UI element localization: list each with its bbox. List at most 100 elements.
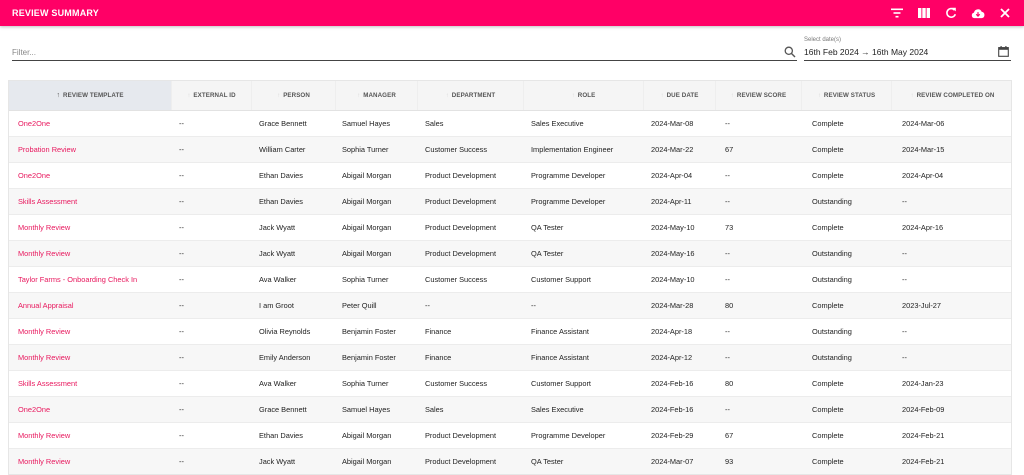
column-header-review-score[interactable]: ↑ REVIEW SCORE bbox=[715, 81, 801, 110]
table-row[interactable]: Monthly Review -- Jack Wyatt Abigail Morgan… bbox=[9, 241, 1011, 267]
cell-review-status: Complete bbox=[812, 379, 844, 388]
cell-role: Sales Executive bbox=[531, 119, 584, 128]
table-row[interactable]: Annual Appraisal -- I am Groot Peter Quill -… bbox=[9, 293, 1011, 319]
table-row[interactable]: Monthly Review -- Emily Anderson Benjamin F… bbox=[9, 345, 1011, 371]
cell-due-date: 2024-Mar-07 bbox=[651, 457, 694, 466]
filter-icon[interactable] bbox=[890, 6, 904, 20]
cell-review-status: Complete bbox=[812, 119, 844, 128]
table-row[interactable]: Taylor Farms - Onboarding Check In -- Ava … bbox=[9, 267, 1011, 293]
cell-manager: Abigail Morgan bbox=[342, 171, 392, 180]
cell-external-id: -- bbox=[179, 405, 184, 414]
review-template-link[interactable]: Skills Assessment bbox=[18, 189, 176, 215]
cell-review-score: 80 bbox=[725, 379, 734, 388]
sort-ascending-icon: ↑ bbox=[56, 92, 61, 99]
column-header-department[interactable]: ↑ DEPARTMENT bbox=[417, 81, 523, 110]
cell-review-score: -- bbox=[725, 119, 730, 128]
cell-manager: Abigail Morgan bbox=[342, 431, 392, 440]
review-template-link[interactable]: Monthly Review bbox=[18, 319, 176, 345]
cell-role: Sales Executive bbox=[531, 405, 584, 414]
review-template-link[interactable]: Probation Review bbox=[18, 137, 176, 163]
cell-role: Programme Developer bbox=[531, 171, 606, 180]
cell-role: QA Tester bbox=[531, 457, 564, 466]
column-header-person[interactable]: ↑ PERSON bbox=[251, 81, 335, 110]
column-header-review-completed-on[interactable]: ↑ REVIEW COMPLETED ON bbox=[891, 81, 1011, 110]
date-range-value[interactable]: 16th Feb 2024 → 16th May 2024 bbox=[804, 47, 928, 57]
cell-department: Finance bbox=[425, 327, 452, 336]
column-header-review-template[interactable]: ↑ REVIEW TEMPLATE bbox=[9, 81, 171, 110]
table-row[interactable]: One2One -- Ethan Davies Abigail Morgan Produ… bbox=[9, 163, 1011, 189]
review-template-link[interactable]: One2One bbox=[18, 111, 176, 137]
column-header-manager[interactable]: ↑ MANAGER bbox=[335, 81, 417, 110]
table-row[interactable]: Skills Assessment -- Ava Walker Sophia Turn… bbox=[9, 371, 1011, 397]
cell-person: Emily Anderson bbox=[259, 353, 311, 362]
review-template-link[interactable]: Annual Appraisal bbox=[18, 293, 176, 319]
refresh-icon[interactable] bbox=[944, 6, 958, 20]
table-row[interactable]: Monthly Review -- Olivia Reynolds Benjamin … bbox=[9, 319, 1011, 345]
table-row[interactable]: Monthly Review -- Jack Wyatt Abigail Morgan… bbox=[9, 215, 1011, 241]
cell-review-score: -- bbox=[725, 405, 730, 414]
table-row[interactable]: Probation Review -- William Carter Sophia T… bbox=[9, 137, 1011, 163]
cell-review-score: 67 bbox=[725, 145, 734, 154]
cell-due-date: 2024-Mar-08 bbox=[651, 119, 694, 128]
review-template-link[interactable]: Monthly Review bbox=[18, 241, 176, 267]
table-row[interactable]: Monthly Review -- Jack Wyatt Abigail Morgan… bbox=[9, 449, 1011, 474]
cell-review-completed-on: -- bbox=[902, 197, 907, 206]
review-template-link[interactable]: Monthly Review bbox=[18, 345, 176, 371]
cell-department: Customer Success bbox=[425, 145, 488, 154]
column-header-due-date[interactable]: ↑ DUE DATE bbox=[643, 81, 715, 110]
cell-review-status: Complete bbox=[812, 431, 844, 440]
cell-external-id: -- bbox=[179, 327, 184, 336]
cell-manager: Abigail Morgan bbox=[342, 197, 392, 206]
table-row[interactable]: Monthly Review -- Ethan Davies Abigail Morg… bbox=[9, 423, 1011, 449]
sort-icon: ↑ bbox=[571, 92, 575, 99]
cell-review-score: -- bbox=[725, 171, 730, 180]
cell-person: Jack Wyatt bbox=[259, 249, 296, 258]
cell-review-status: Complete bbox=[812, 223, 844, 232]
column-header-external-id[interactable]: ↑ EXTERNAL ID bbox=[171, 81, 251, 110]
filter-field bbox=[12, 44, 797, 61]
cloud-download-icon[interactable] bbox=[971, 6, 985, 20]
cell-role: Finance Assistant bbox=[531, 353, 589, 362]
cell-external-id: -- bbox=[179, 353, 184, 362]
app-toolbar: REVIEW SUMMARY bbox=[0, 0, 1024, 26]
cell-department: Product Development bbox=[425, 223, 497, 232]
cell-person: William Carter bbox=[259, 145, 306, 154]
review-template-link[interactable]: One2One bbox=[18, 397, 176, 423]
column-header-role[interactable]: ↑ ROLE bbox=[523, 81, 643, 110]
table-row[interactable]: One2One -- Grace Bennett Samuel Hayes Sales S… bbox=[9, 111, 1011, 137]
cell-due-date: 2024-Apr-18 bbox=[651, 327, 693, 336]
table-row[interactable]: Skills Assessment -- Ethan Davies Abigail M… bbox=[9, 189, 1011, 215]
cell-review-status: Complete bbox=[812, 171, 844, 180]
review-template-link[interactable]: One2One bbox=[18, 163, 176, 189]
cell-department: Product Development bbox=[425, 457, 497, 466]
close-icon[interactable] bbox=[998, 6, 1012, 20]
cell-review-status: Complete bbox=[812, 301, 844, 310]
date-range-picker[interactable]: Select date(s) 16th Feb 2024 → 16th May … bbox=[804, 36, 1011, 61]
cell-manager: Abigail Morgan bbox=[342, 223, 392, 232]
search-icon[interactable] bbox=[784, 46, 796, 58]
review-template-link[interactable]: Monthly Review bbox=[18, 449, 176, 474]
review-template-link[interactable]: Taylor Farms - Onboarding Check In bbox=[18, 267, 176, 293]
review-template-link[interactable]: Skills Assessment bbox=[18, 371, 176, 397]
sort-icon: ↑ bbox=[445, 92, 449, 99]
cell-review-score: 80 bbox=[725, 301, 734, 310]
review-template-link[interactable]: Monthly Review bbox=[18, 215, 176, 241]
cell-external-id: -- bbox=[179, 171, 184, 180]
review-template-link[interactable]: Monthly Review bbox=[18, 423, 176, 449]
cell-review-status: Outstanding bbox=[812, 327, 852, 336]
filter-input[interactable] bbox=[12, 47, 752, 57]
cell-department: Product Development bbox=[425, 197, 497, 206]
cell-due-date: 2024-Feb-16 bbox=[651, 405, 694, 414]
calendar-icon[interactable] bbox=[998, 46, 1009, 57]
table-row[interactable]: One2One -- Grace Bennett Samuel Hayes Sales S… bbox=[9, 397, 1011, 423]
cell-role: Customer Support bbox=[531, 275, 591, 284]
cell-department: Customer Success bbox=[425, 275, 488, 284]
cell-review-completed-on: -- bbox=[902, 275, 907, 284]
cell-department: Sales bbox=[425, 405, 444, 414]
cell-role: QA Tester bbox=[531, 223, 564, 232]
column-header-review-status[interactable]: ↑ REVIEW STATUS bbox=[801, 81, 891, 110]
cell-due-date: 2024-Apr-11 bbox=[651, 197, 692, 206]
columns-icon[interactable] bbox=[917, 6, 931, 20]
cell-due-date: 2024-Mar-28 bbox=[651, 301, 694, 310]
cell-external-id: -- bbox=[179, 249, 184, 258]
